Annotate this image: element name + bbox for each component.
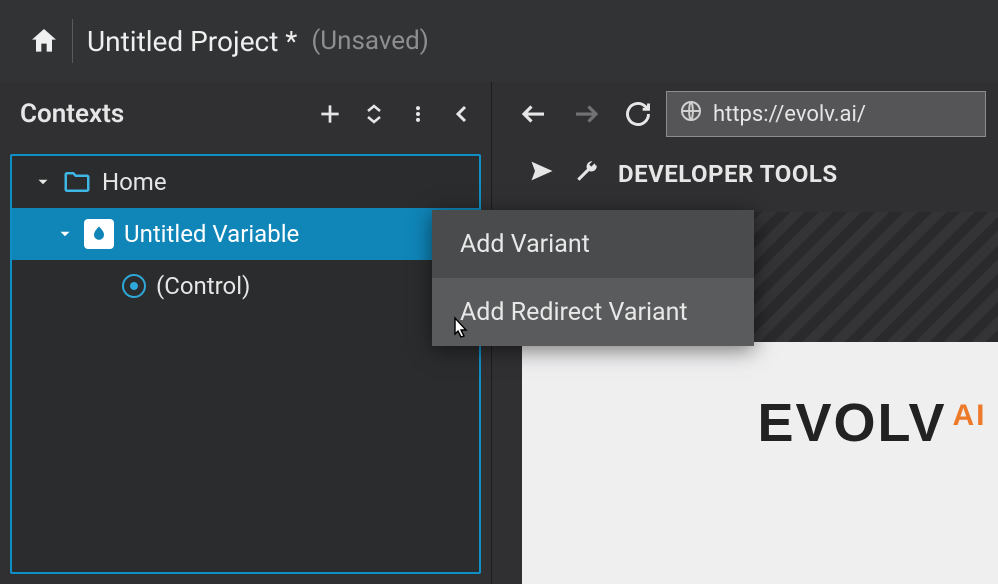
- contexts-panel: Contexts: [0, 82, 492, 584]
- panel-header: Contexts: [0, 82, 491, 146]
- top-bar: Untitled Project * (Unsaved): [0, 0, 998, 82]
- context-tree: Home Untitled Variable (Control): [10, 154, 481, 574]
- nav-forward-button[interactable]: [562, 90, 610, 138]
- logo-main-text: EVOLV: [757, 392, 946, 454]
- logo-sub-text: AI: [953, 399, 987, 433]
- project-title: Untitled Project *: [87, 25, 297, 58]
- evolv-logo: EVOLV AI: [757, 392, 986, 454]
- arrow-right-icon: [571, 99, 601, 129]
- control-icon: [122, 274, 146, 298]
- folder-icon: [62, 167, 92, 197]
- collapse-all-button[interactable]: [355, 95, 393, 133]
- devtools-label: DEVELOPER TOOLS: [618, 160, 838, 188]
- tree-node-label: Home: [102, 168, 167, 196]
- plus-icon: [317, 101, 343, 127]
- unsaved-label: (Unsaved): [311, 26, 428, 56]
- url-bar[interactable]: https://evolv.ai/: [666, 91, 986, 137]
- more-options-button[interactable]: [399, 95, 437, 133]
- add-context-button[interactable]: [311, 95, 349, 133]
- menu-item-add-variant[interactable]: Add Variant: [432, 210, 754, 278]
- globe-icon: [679, 99, 703, 129]
- wrench-icon[interactable]: [574, 158, 600, 190]
- collapse-panel-button[interactable]: [443, 95, 481, 133]
- home-icon: [28, 25, 60, 57]
- tree-node-control[interactable]: (Control): [12, 260, 479, 312]
- panel-title: Contexts: [20, 99, 124, 129]
- home-button[interactable]: [20, 17, 68, 65]
- chevron-down-icon: [34, 173, 52, 191]
- tree-node-label: Untitled Variable: [124, 220, 299, 248]
- panel-actions: [311, 95, 481, 133]
- developer-tools-bar: DEVELOPER TOOLS: [492, 146, 998, 202]
- kebab-icon: [408, 102, 428, 126]
- menu-item-add-redirect-variant[interactable]: Add Redirect Variant: [432, 278, 754, 346]
- url-text: https://evolv.ai/: [713, 102, 866, 127]
- tree-node-home[interactable]: Home: [12, 156, 479, 208]
- tree-node-label: (Control): [156, 272, 250, 300]
- preview-page: EVOLV AI: [522, 342, 998, 584]
- nav-back-button[interactable]: [510, 90, 558, 138]
- preview-toolbar: https://evolv.ai/: [492, 82, 998, 146]
- context-menu: Add Variant Add Redirect Variant: [432, 210, 754, 346]
- send-icon[interactable]: [528, 157, 556, 191]
- tree-node-variable[interactable]: Untitled Variable: [12, 208, 479, 260]
- chevron-down-icon: [56, 225, 74, 243]
- divider: [72, 19, 73, 63]
- reload-button[interactable]: [614, 90, 662, 138]
- reload-icon: [624, 100, 652, 128]
- arrow-left-icon: [519, 99, 549, 129]
- variable-icon: [84, 219, 114, 249]
- collapse-icon: [362, 102, 386, 126]
- chevron-left-icon: [450, 102, 474, 126]
